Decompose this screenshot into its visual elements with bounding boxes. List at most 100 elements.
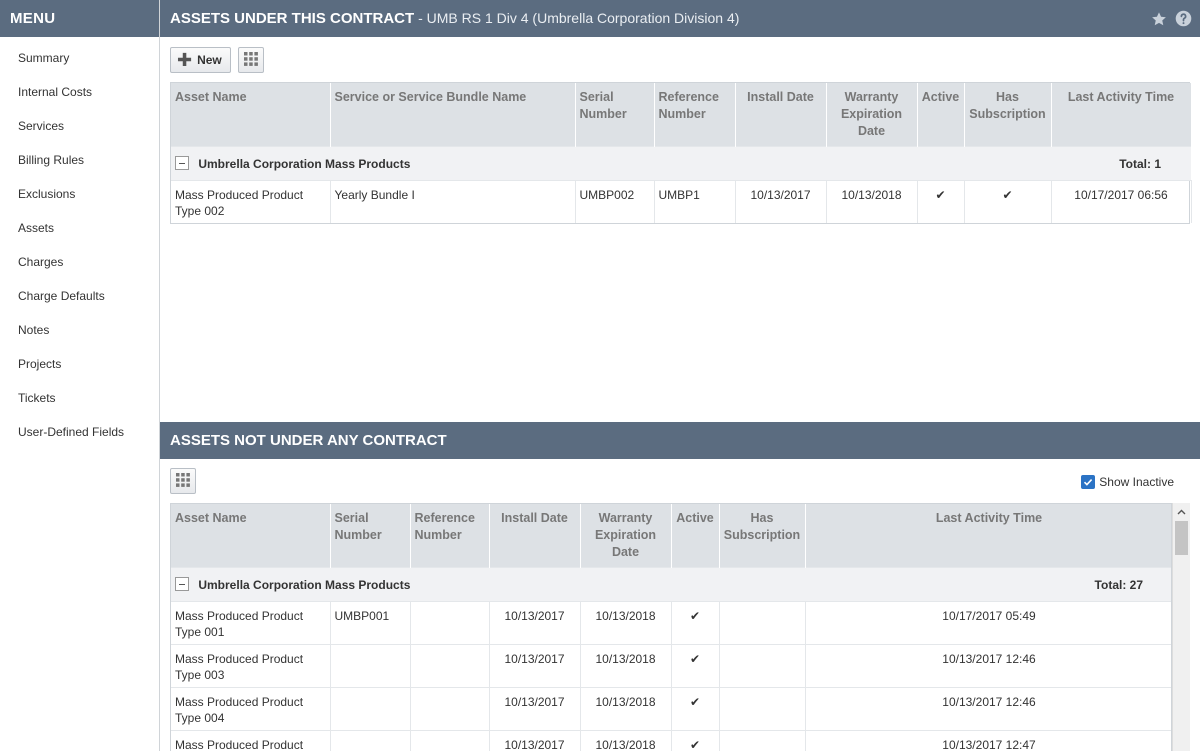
cell-reference-number: UMBP1 <box>654 180 736 223</box>
col-asset-name[interactable]: Asset Name <box>171 504 331 568</box>
cell-warranty-date: 10/13/2018 <box>580 601 672 645</box>
plus-icon: ✚ <box>177 50 193 70</box>
sidebar: MENU Summary Internal Costs Services Bil… <box>0 0 160 751</box>
cell-warranty-date: 10/13/2018 <box>826 180 918 223</box>
show-inactive-checkbox[interactable] <box>1081 475 1096 489</box>
col-active[interactable]: Active <box>671 504 720 568</box>
cell-serial-number <box>330 644 411 688</box>
col-reference-number[interactable]: Reference Number <box>654 83 736 147</box>
col-last-activity[interactable]: Last Activity Time <box>805 504 1171 568</box>
menu-item-user-defined-fields[interactable]: User-Defined Fields <box>0 415 159 449</box>
cell-has-subscription <box>719 644 806 688</box>
table-row[interactable]: Mass Produced Product Type 002 Yearly Bu… <box>171 180 1192 223</box>
menu-item-tickets[interactable]: Tickets <box>0 381 159 415</box>
col-install-date[interactable]: Install Date <box>489 504 581 568</box>
cell-asset-name: Mass Produced Product Type 004 <box>171 687 331 731</box>
cell-reference-number <box>410 730 490 751</box>
section-subtitle: - UMB RS 1 Div 4 (Umbrella Corporation D… <box>414 10 740 26</box>
col-warranty-date[interactable]: Warranty Expiration Date <box>580 504 672 568</box>
group-name: Umbrella Corporation Mass Products <box>198 156 411 171</box>
check-icon: ✔ <box>917 180 965 223</box>
cell-install-date: 10/13/2017 <box>489 687 581 731</box>
col-serial-number[interactable]: Serial Number <box>575 83 655 147</box>
cell-service-name: Yearly Bundle I <box>330 180 576 223</box>
group-row: Umbrella Corporation Mass Products Total… <box>171 567 1171 602</box>
col-install-date[interactable]: Install Date <box>735 83 827 147</box>
col-has-subscription[interactable]: Has Subscription <box>964 83 1052 147</box>
cell-install-date: 10/13/2017 <box>735 180 827 223</box>
cell-asset-name: Mass Produced Product <box>171 730 331 751</box>
collapse-icon[interactable] <box>175 156 189 171</box>
cell-warranty-date: 10/13/2018 <box>580 687 672 731</box>
check-icon: ✔ <box>671 601 720 645</box>
col-warranty-date[interactable]: Warranty Expiration Date <box>826 83 918 147</box>
col-reference-number[interactable]: Reference Number <box>410 504 490 568</box>
column-chooser-button[interactable] <box>238 47 264 73</box>
col-last-activity[interactable]: Last Activity Time <box>1051 83 1192 147</box>
menu-title: MENU <box>0 0 159 37</box>
section-header-no-contract: ASSETS NOT UNDER ANY CONTRACT <box>160 422 1200 459</box>
check-icon: ✔ <box>671 687 720 731</box>
assets-no-contract-table: Asset Name Serial Number Reference Numbe… <box>170 503 1172 751</box>
cell-last-activity: 10/13/2017 12:46 <box>805 687 1171 731</box>
toolbar-no-contract: Show Inactive <box>160 459 1200 503</box>
cell-install-date: 10/13/2017 <box>489 644 581 688</box>
cell-asset-name: Mass Produced Product Type 001 <box>171 601 331 645</box>
collapse-icon[interactable] <box>175 577 189 592</box>
cell-warranty-date: 10/13/2018 <box>580 730 672 751</box>
group-row: Umbrella Corporation Mass Products Total… <box>171 146 1191 181</box>
menu-item-internal-costs[interactable]: Internal Costs <box>0 75 159 109</box>
menu-item-charges[interactable]: Charges <box>0 245 159 279</box>
new-button-label: New <box>197 53 222 67</box>
cell-last-activity: 10/13/2017 12:47 <box>805 730 1171 751</box>
cell-reference-number <box>410 644 490 688</box>
menu-item-services[interactable]: Services <box>0 109 159 143</box>
cell-has-subscription <box>719 687 806 731</box>
col-service-name[interactable]: Service or Service Bundle Name <box>330 83 576 147</box>
help-icon[interactable] <box>1175 10 1192 27</box>
cell-asset-name: Mass Produced Product Type 002 <box>171 180 331 223</box>
column-chooser-button[interactable] <box>170 468 196 494</box>
cell-serial-number: UMBP002 <box>575 180 655 223</box>
new-button[interactable]: ✚ New <box>170 47 231 73</box>
menu-list: Summary Internal Costs Services Billing … <box>0 37 159 449</box>
show-inactive-toggle[interactable]: Show Inactive <box>1081 475 1174 489</box>
star-icon[interactable] <box>1151 11 1167 27</box>
table-row[interactable]: Mass Produced Product Type 001 UMBP001 1… <box>171 601 1171 645</box>
cell-serial-number: UMBP001 <box>330 601 411 645</box>
table-row[interactable]: Mass Produced Product 10/13/2017 10/13/2… <box>171 730 1171 751</box>
section-header-under-contract: ASSETS UNDER THIS CONTRACT - UMB RS 1 Di… <box>160 0 1200 37</box>
cell-install-date: 10/13/2017 <box>489 601 581 645</box>
col-serial-number[interactable]: Serial Number <box>330 504 411 568</box>
main-content: ASSETS UNDER THIS CONTRACT - UMB RS 1 Di… <box>160 0 1200 751</box>
assets-under-contract-table: Asset Name Service or Service Bundle Nam… <box>170 82 1192 224</box>
cell-last-activity: 10/17/2017 05:49 <box>805 601 1171 645</box>
group-name: Umbrella Corporation Mass Products <box>198 577 411 592</box>
group-total: Total: 27 <box>1094 577 1143 592</box>
table-row[interactable]: Mass Produced Product Type 003 10/13/201… <box>171 644 1171 688</box>
toolbar-under-contract: ✚ New <box>160 37 1200 83</box>
check-icon: ✔ <box>671 644 720 688</box>
cell-serial-number <box>330 687 411 731</box>
menu-item-billing-rules[interactable]: Billing Rules <box>0 143 159 177</box>
menu-item-projects[interactable]: Projects <box>0 347 159 381</box>
menu-item-exclusions[interactable]: Exclusions <box>0 177 159 211</box>
vertical-scrollbar[interactable] <box>1172 503 1190 751</box>
menu-item-charge-defaults[interactable]: Charge Defaults <box>0 279 159 313</box>
scrollbar-thumb[interactable] <box>1175 521 1188 555</box>
check-icon: ✔ <box>671 730 720 751</box>
check-icon: ✔ <box>964 180 1052 223</box>
col-asset-name[interactable]: Asset Name <box>171 83 331 147</box>
menu-item-notes[interactable]: Notes <box>0 313 159 347</box>
menu-item-assets[interactable]: Assets <box>0 211 159 245</box>
scroll-up-arrow-icon[interactable] <box>1173 503 1190 520</box>
menu-item-summary[interactable]: Summary <box>0 41 159 75</box>
table-row[interactable]: Mass Produced Product Type 004 10/13/201… <box>171 687 1171 731</box>
cell-asset-name: Mass Produced Product Type 003 <box>171 644 331 688</box>
column-chooser-icon <box>176 472 190 490</box>
cell-last-activity: 10/13/2017 12:46 <box>805 644 1171 688</box>
cell-reference-number <box>410 687 490 731</box>
col-has-subscription[interactable]: Has Subscription <box>719 504 806 568</box>
col-active[interactable]: Active <box>917 83 965 147</box>
show-inactive-label: Show Inactive <box>1099 475 1174 489</box>
